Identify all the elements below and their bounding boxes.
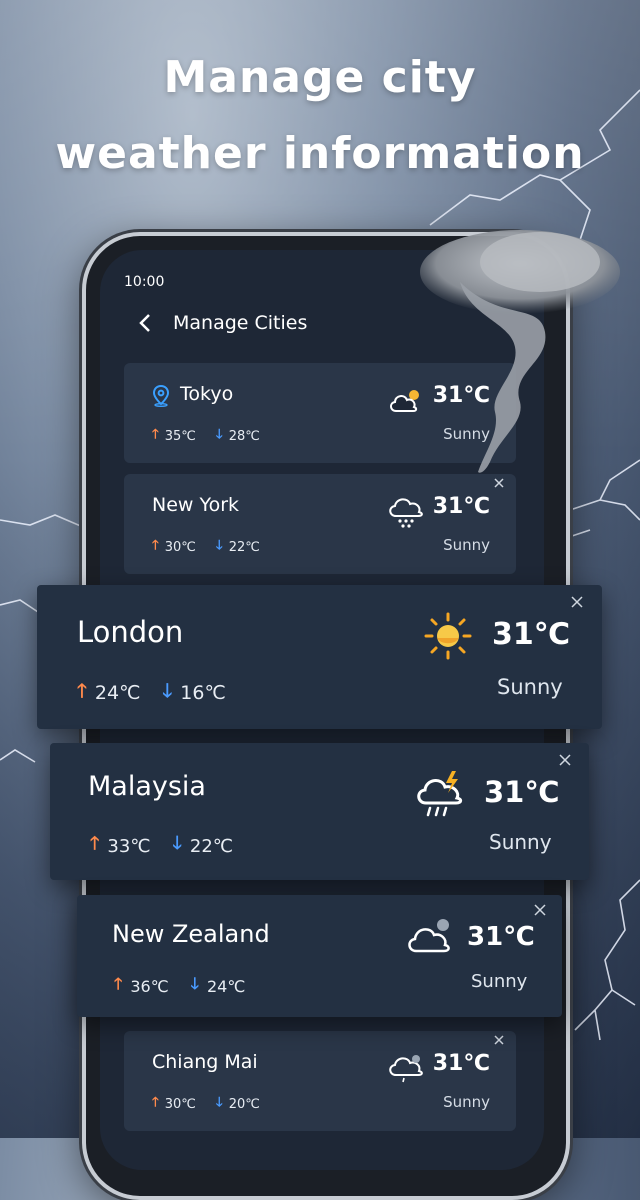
- condition: Sunny: [443, 536, 490, 554]
- city-name: London: [77, 615, 184, 649]
- current-temp: 31℃: [467, 922, 535, 952]
- condition: Sunny: [471, 971, 528, 992]
- high-temp: 24℃: [94, 682, 141, 704]
- sun-icon: [424, 612, 472, 660]
- city-name: New York: [152, 494, 240, 516]
- low-arrow-icon: 🡓: [172, 833, 182, 854]
- low-temp: 24℃: [206, 977, 246, 996]
- low-arrow-icon: 🡓: [215, 538, 223, 553]
- temp-range: 🡑 30℃ 🡓 22℃: [152, 536, 260, 558]
- city-card-chiang-mai[interactable]: Chiang Mai 🡑 30℃ 🡓 20℃ 31℃ Sunny: [124, 1031, 516, 1131]
- tornado-illustration: [420, 230, 620, 473]
- rain-icon: [389, 498, 423, 528]
- status-time: 10:00: [124, 274, 165, 290]
- low-arrow-icon: 🡓: [215, 1095, 223, 1110]
- condition: Sunny: [497, 675, 563, 699]
- high-arrow-icon: 🡑: [90, 833, 100, 854]
- low-temp: 22℃: [189, 835, 233, 857]
- close-icon[interactable]: [570, 595, 584, 609]
- low-arrow-icon: 🡓: [215, 427, 223, 442]
- city-name: New Zealand: [112, 920, 270, 948]
- temp-range: 🡑 24℃ 🡓 16℃: [77, 677, 226, 709]
- high-temp: 30℃: [164, 1096, 196, 1112]
- city-card-malaysia[interactable]: Malaysia 🡑 33℃ 🡓 22℃ 31℃ Sunny: [50, 743, 589, 880]
- cloudy-icon: [408, 919, 450, 953]
- high-arrow-icon: 🡑: [152, 1095, 159, 1110]
- condition: Sunny: [489, 830, 552, 854]
- current-temp: 31℃: [492, 617, 571, 652]
- low-temp: 16℃: [180, 682, 226, 704]
- city-card-new-zealand[interactable]: New Zealand 🡑 36℃ 🡓 24℃ 31℃ Sunny: [77, 895, 562, 1017]
- high-arrow-icon: 🡑: [114, 974, 123, 993]
- high-arrow-icon: 🡑: [152, 538, 159, 553]
- high-temp: 33℃: [107, 835, 151, 857]
- condition: Sunny: [443, 1093, 490, 1111]
- temp-range: 🡑 35℃ 🡓 28℃: [152, 425, 260, 447]
- city-name: Malaysia: [88, 771, 206, 802]
- current-temp: 31℃: [484, 775, 560, 809]
- high-arrow-icon: 🡑: [152, 427, 159, 442]
- cloudy-rain-icon: [389, 1055, 423, 1083]
- current-temp: 31℃: [432, 1051, 490, 1076]
- high-temp: 30℃: [164, 539, 196, 555]
- location-pin-icon: [152, 385, 170, 407]
- high-temp: 36℃: [130, 977, 169, 996]
- low-temp: 22℃: [228, 539, 260, 555]
- city-card-london[interactable]: London 🡑 24℃ 🡓 16℃ 31℃ Sunny: [37, 585, 602, 729]
- page-title: Manage Cities: [173, 312, 308, 334]
- high-arrow-icon: 🡑: [77, 680, 87, 702]
- low-arrow-icon: 🡓: [162, 680, 173, 702]
- high-temp: 35℃: [164, 428, 196, 444]
- thunderstorm-icon: [417, 771, 463, 817]
- city-name: Tokyo: [180, 383, 234, 405]
- headline-line-2: weather information: [55, 128, 585, 179]
- temp-range: 🡑 30℃ 🡓 20℃: [152, 1093, 260, 1115]
- low-arrow-icon: 🡓: [190, 974, 199, 993]
- low-temp: 28℃: [228, 428, 260, 444]
- current-temp: 31℃: [432, 494, 490, 519]
- low-temp: 20℃: [228, 1096, 260, 1112]
- temp-range: 🡑 36℃ 🡓 24℃: [114, 973, 245, 1000]
- headline-line-1: Manage city: [163, 52, 477, 103]
- city-card-new-york[interactable]: New York 🡑 30℃ 🡓 22℃ 31℃ Sunny: [124, 474, 516, 574]
- back-arrow-icon[interactable]: [138, 312, 152, 334]
- close-icon[interactable]: [533, 903, 547, 917]
- close-icon[interactable]: [492, 1033, 506, 1047]
- temp-range: 🡑 33℃ 🡓 22℃: [90, 831, 233, 861]
- close-icon[interactable]: [558, 753, 572, 767]
- city-name: Chiang Mai: [152, 1051, 258, 1073]
